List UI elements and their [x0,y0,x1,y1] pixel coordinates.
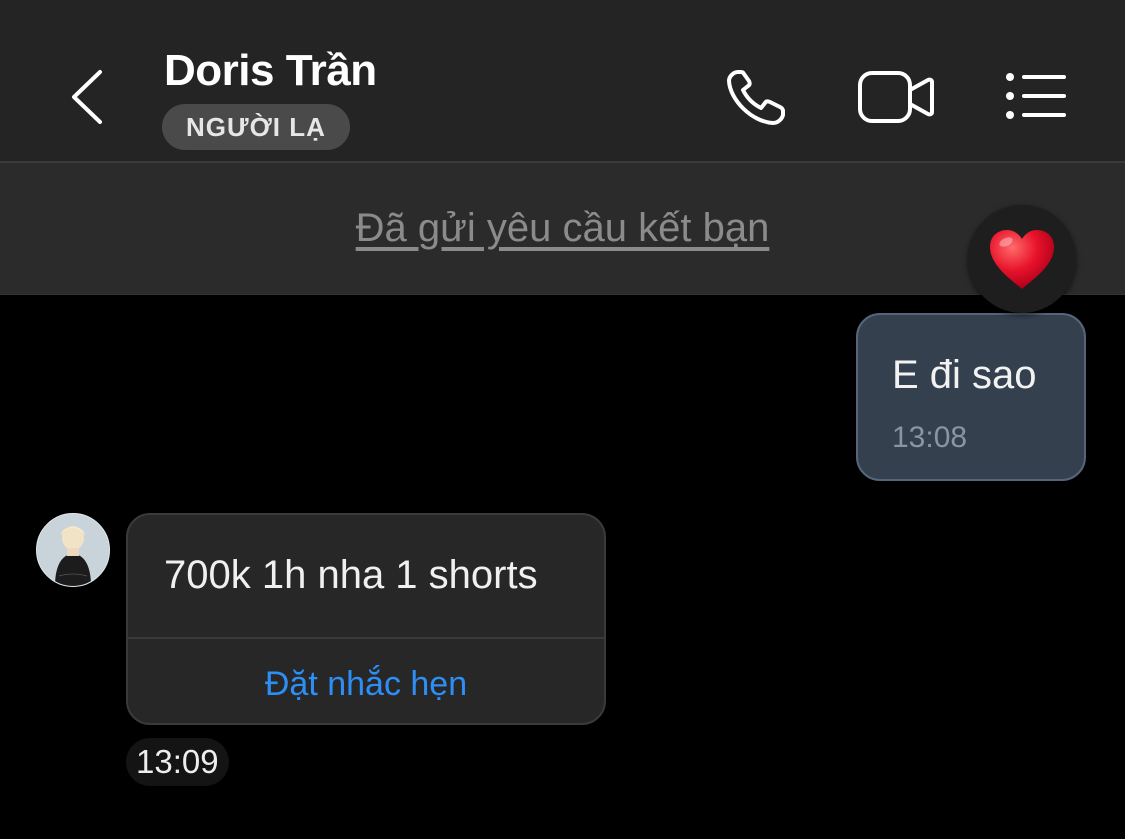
message-text: 700k 1h nha 1 shorts [164,553,538,597]
chat-header: Doris Trần NGƯỜI LẠ [0,0,1125,163]
message-text: E đi sao [892,353,1037,397]
menu-list-icon [1006,73,1066,119]
friend-request-sent-link[interactable]: Đã gửi yêu cầu kết bạn [0,206,1125,251]
reaction-badge[interactable] [968,205,1076,313]
stranger-badge: NGƯỜI LẠ [162,104,350,150]
heart-icon [990,230,1054,289]
set-reminder-button[interactable]: Đặt nhắc hẹn [128,665,604,704]
outgoing-message-bubble[interactable]: E đi sao 13:08 [856,313,1086,481]
avatar-photo [37,514,109,586]
options-menu-button[interactable] [1000,68,1070,124]
video-call-button[interactable] [856,68,936,126]
contact-avatar[interactable] [36,513,110,587]
phone-icon [727,70,785,125]
call-button[interactable] [724,66,790,128]
back-button[interactable] [60,66,116,128]
contact-name[interactable]: Doris Trần [164,46,377,96]
incoming-message-bubble[interactable]: 700k 1h nha 1 shorts Đặt nhắc hẹn [126,513,606,725]
message-time: 13:09 [126,738,229,786]
message-time: 13:08 [892,421,968,454]
back-icon [72,70,102,124]
video-call-icon [858,71,934,123]
bubble-divider [128,637,604,639]
